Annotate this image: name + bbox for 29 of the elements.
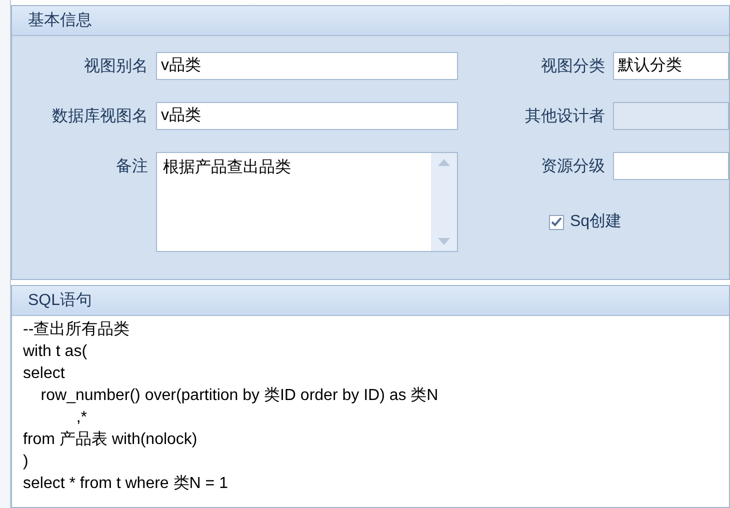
input-field[interactable]: v品类: [156, 102, 458, 130]
code-line: ): [23, 452, 28, 472]
field-label: 视图别名: [83, 56, 149, 77]
sql-editor[interactable]: --查出所有品类 with t as( select row_number() over(partition by 类ID order by ID) as 类N ,* from 产品表 with(nolock) ) select * from t where 类N = 1: [12, 316, 729, 507]
checkmark-icon: [551, 217, 562, 227]
code-line: select * from t where 类N = 1: [23, 474, 228, 494]
scrollbar[interactable]: [431, 153, 457, 251]
input-field[interactable]: [613, 152, 729, 180]
group-title: 基本信息: [28, 10, 92, 30]
field-label: 其他设计者: [524, 106, 606, 127]
input-field[interactable]: 默认分类: [613, 52, 729, 80]
field-label: 数据库视图名: [51, 106, 149, 127]
field-value: 根据产品查出品类: [162, 158, 292, 178]
scroll-up-icon[interactable]: [438, 159, 450, 166]
code-line: from 产品表 with(nolock): [23, 430, 198, 450]
checkbox[interactable]: [549, 214, 564, 230]
input-field[interactable]: v品类: [156, 52, 458, 80]
checkbox-label: Sq创建: [570, 212, 622, 232]
field-label: 视图分类: [540, 56, 606, 77]
notes-textarea[interactable]: 根据产品查出品类: [156, 152, 458, 252]
group-title: SQL语句: [28, 290, 92, 310]
field-label: 备注: [115, 156, 149, 177]
code-line: select: [23, 364, 65, 384]
code-line: with t as(: [23, 342, 88, 362]
code-line: --查出所有品类: [23, 320, 130, 340]
code-line: ,*: [75, 408, 88, 428]
code-line: row_number() over(partition by 类ID order by ID) as 类N: [40, 386, 438, 406]
field-label: 资源分级: [540, 157, 606, 177]
scroll-down-icon[interactable]: [438, 238, 450, 245]
